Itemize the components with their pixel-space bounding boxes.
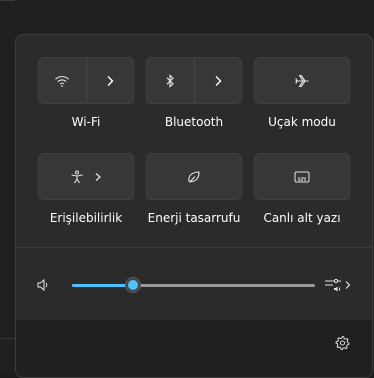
wifi-tile xyxy=(38,57,134,104)
volume-slider-thumb[interactable] xyxy=(124,277,141,293)
settings-button[interactable] xyxy=(335,335,350,350)
audio-output-button[interactable] xyxy=(324,277,351,293)
live-captions-tile[interactable] xyxy=(254,153,350,200)
wifi-expand-button[interactable] xyxy=(85,58,134,103)
panel-footer xyxy=(16,320,372,377)
desktop-divider xyxy=(0,0,15,1)
section-divider xyxy=(16,247,372,248)
accessibility-label: Erişilebilirlik xyxy=(49,211,123,225)
chevron-right-icon xyxy=(215,75,222,86)
chevron-right-icon xyxy=(95,172,101,181)
bluetooth-expand-button[interactable] xyxy=(193,58,242,103)
quick-settings-panel: Wi-Fi Bluetooth Uçak modu Erişilebilirli… xyxy=(15,34,373,378)
wifi-toggle-button[interactable] xyxy=(39,58,86,103)
gear-icon xyxy=(335,335,350,350)
airplane-mode-tile[interactable] xyxy=(254,57,350,104)
energy-saver-label: Enerji tasarrufu xyxy=(147,211,241,225)
volume-slider-fill xyxy=(72,284,133,287)
airplane-icon xyxy=(295,74,309,87)
bluetooth-toggle-button[interactable] xyxy=(147,58,194,103)
speaker-icon xyxy=(37,278,48,292)
bluetooth-icon xyxy=(166,73,175,88)
volume-slider[interactable] xyxy=(72,277,315,293)
wifi-label: Wi-Fi xyxy=(71,115,101,129)
wifi-icon xyxy=(55,75,70,87)
airplane-mode-label: Uçak modu xyxy=(268,115,336,129)
leaf-icon xyxy=(188,170,200,183)
desktop-divider xyxy=(0,338,15,339)
audio-output-icon xyxy=(325,278,341,292)
live-captions-label: Canlı alt yazı xyxy=(263,211,341,225)
chevron-right-icon xyxy=(345,281,351,289)
chevron-right-icon xyxy=(107,75,114,86)
accessibility-icon xyxy=(71,170,83,183)
mute-button[interactable] xyxy=(36,278,50,292)
captions-icon xyxy=(294,171,310,182)
bluetooth-tile xyxy=(146,57,242,104)
bluetooth-label: Bluetooth xyxy=(164,115,224,129)
accessibility-tile[interactable] xyxy=(38,153,134,200)
energy-saver-tile[interactable] xyxy=(146,153,242,200)
